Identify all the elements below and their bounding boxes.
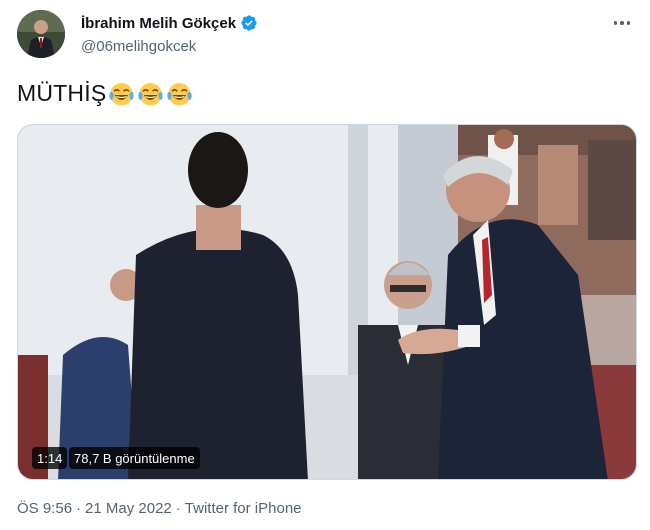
tweet-date[interactable]: 21 May 2022 [85,500,172,517]
tweet-time[interactable]: ÖS 9:56 [17,500,72,517]
more-dot-icon [620,21,624,25]
author-handle[interactable]: @06melihgokcek [81,38,196,55]
avatar-image [17,10,65,58]
face-with-tears-of-joy-icon [138,83,164,106]
face-with-tears-of-joy-icon [167,83,193,106]
author-name[interactable]: İbrahim Melih Gökçek [81,15,236,32]
video-player[interactable]: 1:14 78,7 B görüntülenme [17,124,637,480]
verified-badge-icon [241,15,257,31]
video-views-badge: 78,7 B görüntülenme [69,447,200,469]
tweet-meta: ÖS 9:56 · 21 May 2022 · Twitter for iPho… [17,500,302,517]
meta-separator: · [175,500,181,517]
tweet-client[interactable]: Twitter for iPhone [185,500,302,517]
tweet-text: MÜTHİŞ [17,80,193,107]
avatar[interactable] [17,10,65,58]
face-with-tears-of-joy-icon [109,83,135,106]
more-dot-icon [613,21,618,25]
tweet-text-content: MÜTHİŞ [17,80,107,106]
video-duration-badge: 1:14 [32,447,68,469]
video-frame [18,125,636,479]
more-options-button[interactable] [608,12,636,34]
meta-separator: · [76,500,82,517]
tweet[interactable]: İbrahim Melih Gökçek @06melihgokcek MÜTH… [0,0,650,530]
more-dot-icon [626,21,631,25]
